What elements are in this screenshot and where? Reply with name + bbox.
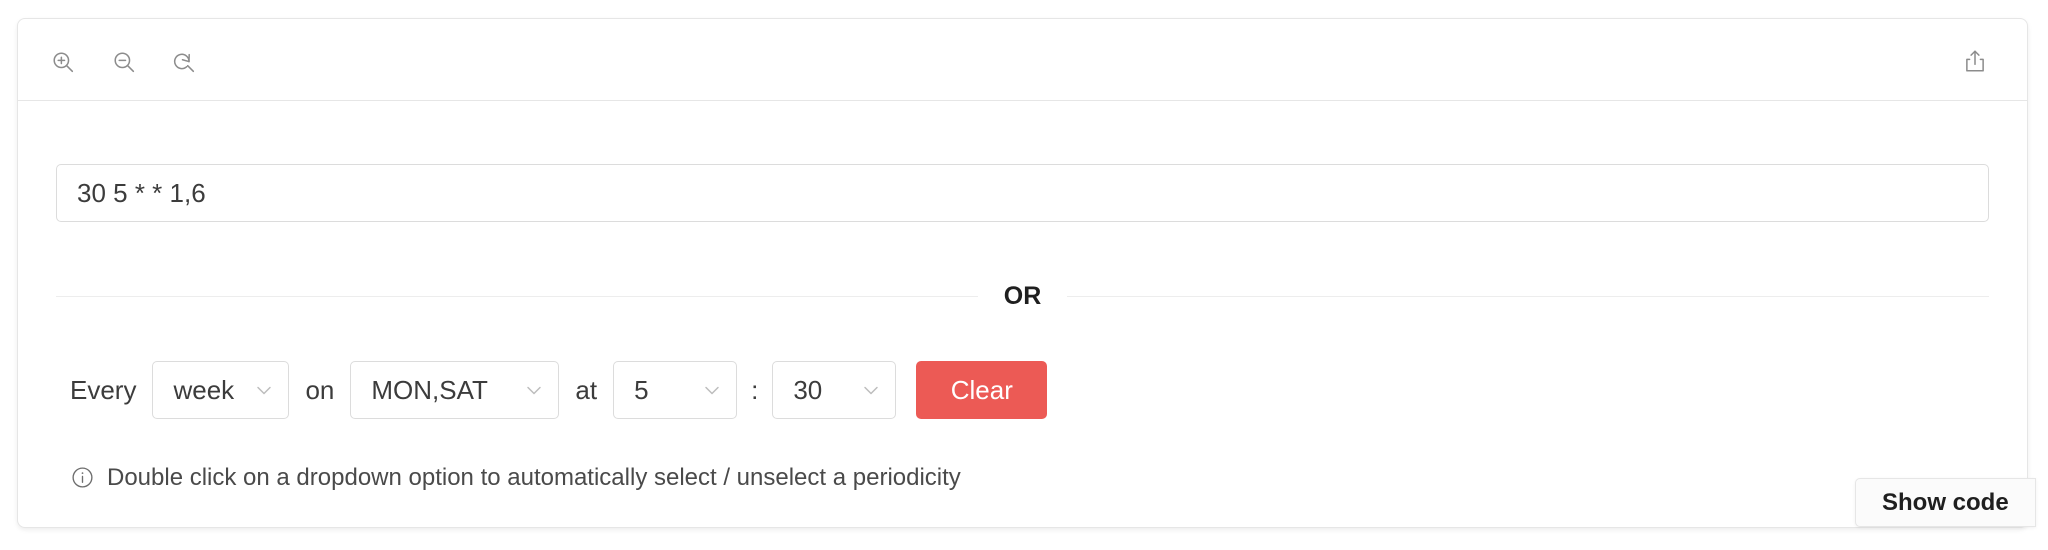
schedule-builder: Every week on MON,SAT at 5: 30 Clear <box>70 361 1048 419</box>
chevron-down-icon <box>843 380 881 400</box>
hour-select[interactable]: 5 <box>613 361 738 419</box>
days-select-value: MON,SAT <box>371 375 488 405</box>
info-circle-icon <box>70 465 95 490</box>
cron-expression-input[interactable] <box>56 164 1989 222</box>
show-code-button[interactable]: Show code <box>1855 478 2036 527</box>
share-icon <box>1962 48 1988 79</box>
chevron-down-icon <box>236 380 274 400</box>
zoom-out-icon <box>111 49 137 75</box>
every-label: Every <box>70 375 137 405</box>
divider-line-left <box>56 295 978 297</box>
days-select[interactable]: MON,SAT <box>350 361 560 419</box>
chevron-down-icon <box>506 380 544 400</box>
hint-text: Double click on a dropdown option to aut… <box>107 463 961 491</box>
cron-editor-screen: OR Every week on MON,SAT <box>0 0 2048 550</box>
hour-select-value: 5 <box>634 375 649 405</box>
share-button[interactable] <box>1959 47 1991 79</box>
editor-body: OR Every week on MON,SAT <box>18 101 2027 527</box>
zoom-reset-icon <box>171 49 197 75</box>
period-select-value: week <box>173 375 235 405</box>
at-label: at <box>575 375 598 405</box>
on-label: on <box>305 375 335 405</box>
time-separator: : <box>751 375 759 405</box>
minute-select-value: 30 <box>793 375 823 405</box>
zoom-reset-button[interactable] <box>167 45 201 79</box>
clear-button[interactable]: Clear <box>916 361 1048 419</box>
zoom-out-button[interactable] <box>107 45 141 79</box>
divider-line-right <box>1067 295 1989 297</box>
period-select[interactable]: week <box>152 361 290 419</box>
cron-editor-card: OR Every week on MON,SAT <box>17 18 2028 528</box>
zoom-in-icon <box>50 49 76 75</box>
toolbar <box>18 19 2027 101</box>
or-label: OR <box>1003 281 1042 310</box>
hint-row: Double click on a dropdown option to aut… <box>70 465 961 490</box>
chevron-down-icon <box>684 380 722 400</box>
or-divider: OR <box>56 276 1989 316</box>
zoom-in-button[interactable] <box>46 45 80 79</box>
minute-select[interactable]: 30 <box>772 361 897 419</box>
